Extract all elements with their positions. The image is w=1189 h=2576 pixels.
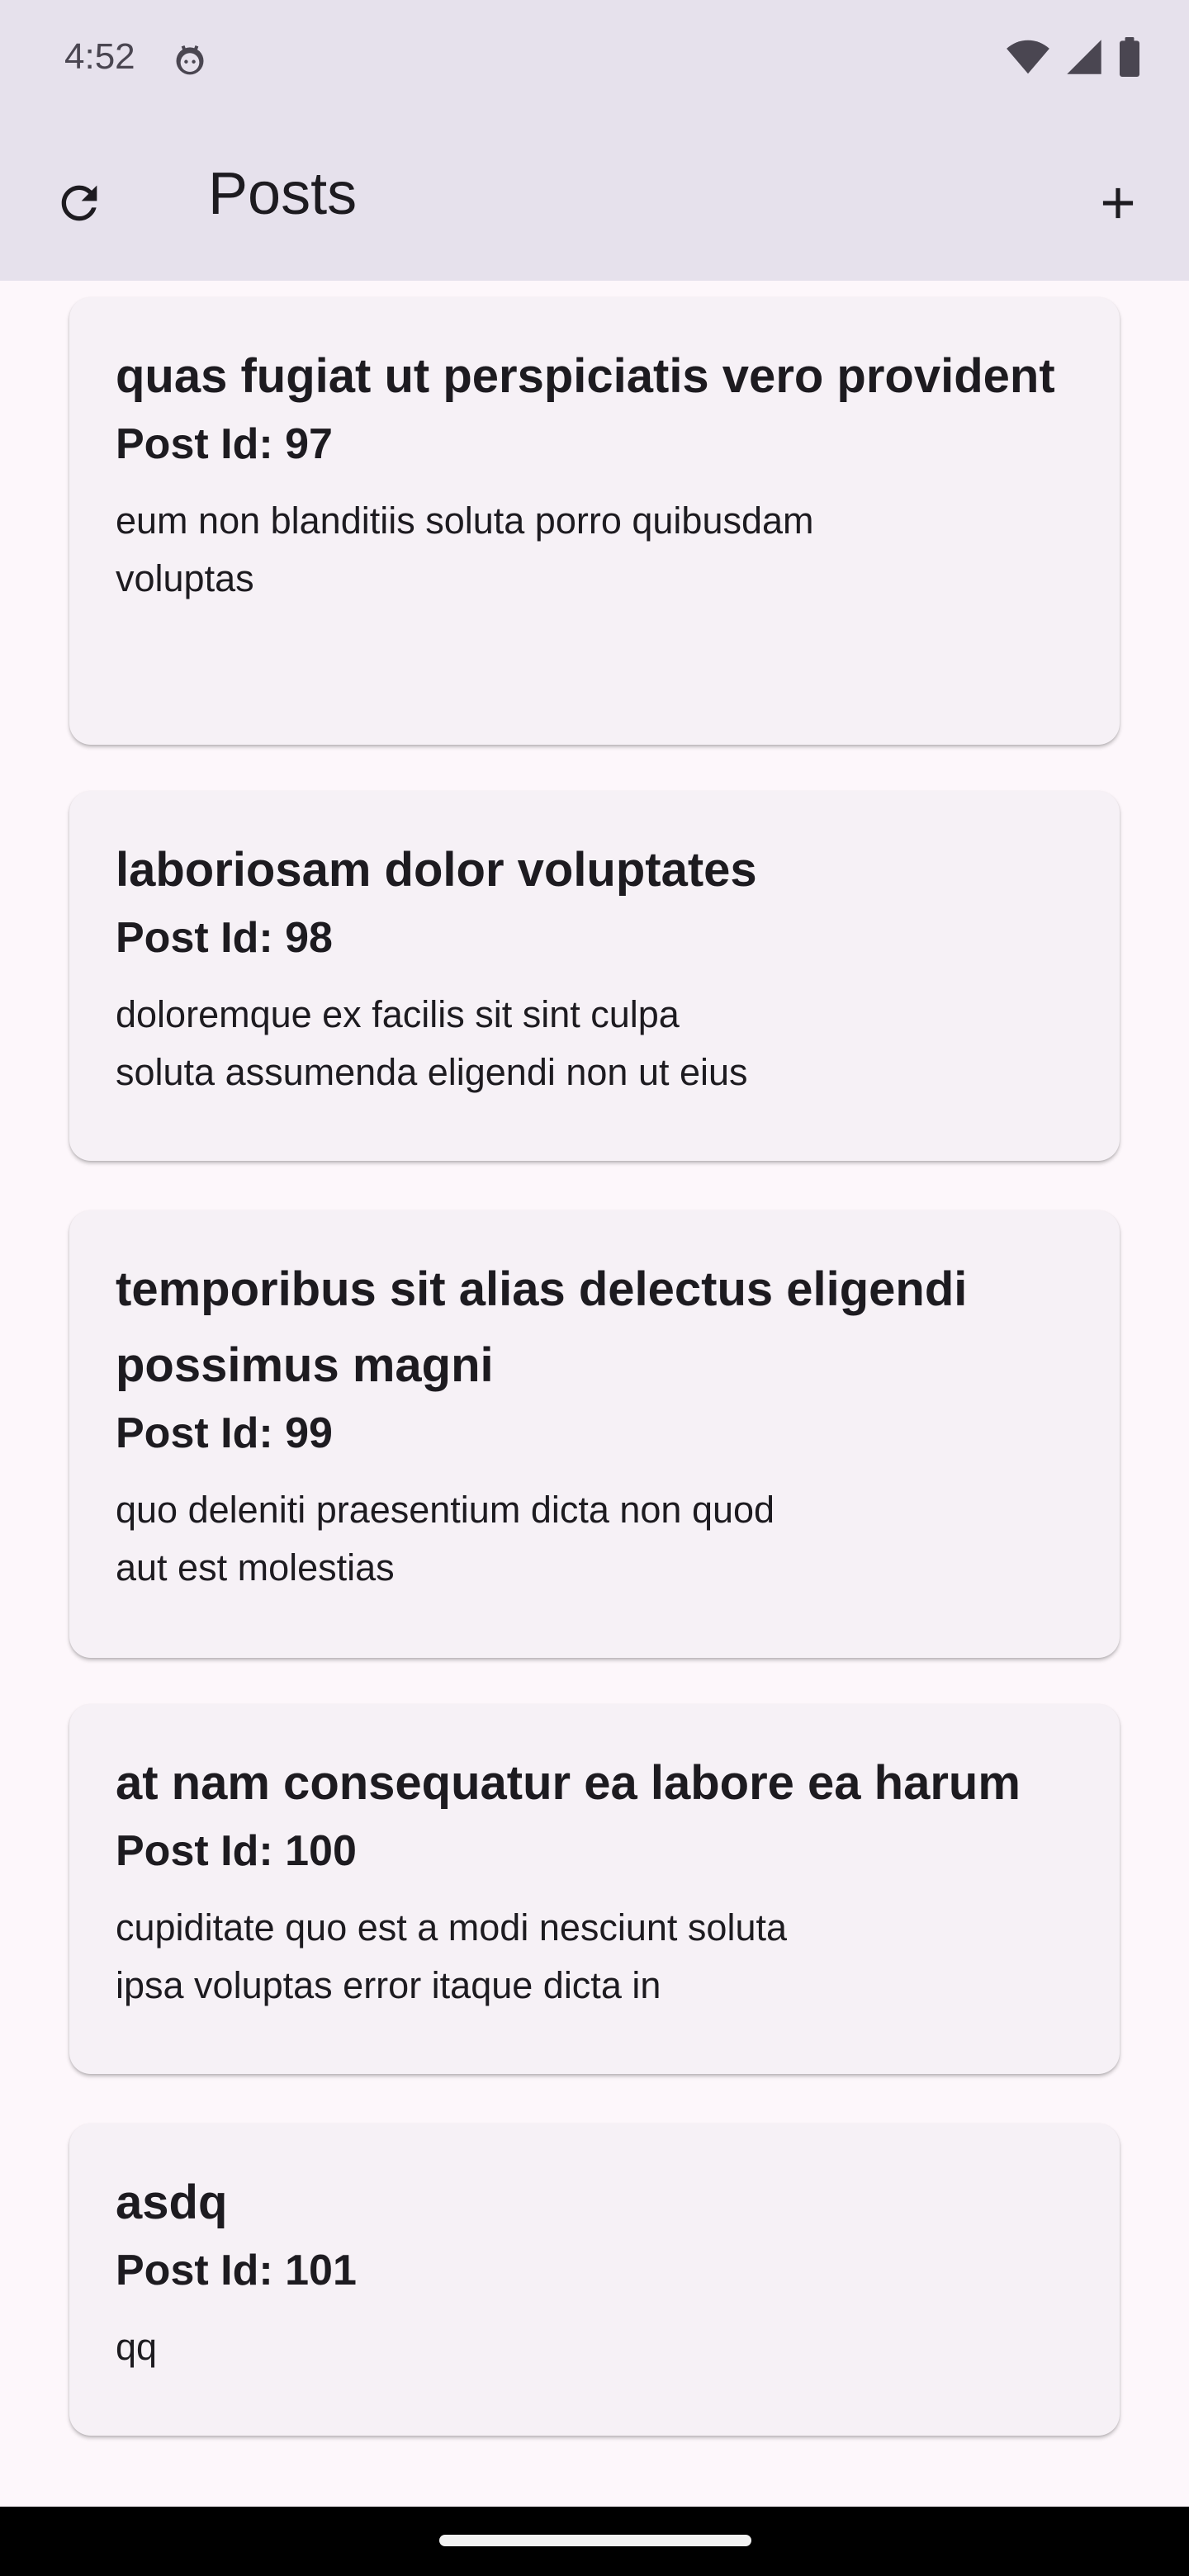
signal-icon	[1065, 38, 1103, 80]
post-card[interactable]: temporibus sit alias delectus eligendi p…	[69, 1210, 1120, 1658]
post-title: at nam consequatur ea labore ea harum	[116, 1756, 1021, 1810]
posts-list[interactable]: quas fugiat ut perspiciatis vero provide…	[0, 281, 1189, 2507]
home-gesture-handle[interactable]	[439, 2535, 751, 2546]
post-body: doloremque ex facilis sit sint culpa sol…	[116, 993, 748, 1093]
post-body: quo deleniti praesentium dicta non quod …	[116, 1489, 775, 1589]
post-card[interactable]: asdq Post Id: 101 qq	[69, 2124, 1120, 2436]
post-id: Post Id: 99	[116, 1409, 333, 1457]
post-id: Post Id: 100	[116, 1827, 357, 1875]
post-title: asdq	[116, 2176, 228, 2229]
add-icon	[1092, 178, 1144, 233]
system-nav-bar	[0, 2507, 1189, 2576]
add-post-button[interactable]	[1078, 165, 1158, 244]
status-time: 4:52	[64, 36, 135, 77]
post-card[interactable]: at nam consequatur ea labore ea harum Po…	[69, 1704, 1120, 2074]
post-card[interactable]: quas fugiat ut perspiciatis vero provide…	[69, 297, 1120, 745]
post-body: qq	[116, 2326, 158, 2368]
post-card[interactable]: laboriosam dolor voluptates Post Id: 98 …	[69, 791, 1120, 1161]
android-face-icon	[172, 41, 208, 78]
status-bar: 4:52	[0, 0, 1189, 122]
post-id: Post Id: 101	[116, 2247, 357, 2294]
post-title: laboriosam dolor voluptates	[116, 843, 757, 897]
post-title: temporibus sit alias delectus eligendi p…	[116, 1262, 968, 1392]
refresh-icon	[53, 177, 106, 234]
page-title: Posts	[208, 161, 358, 227]
app-bar: Posts	[0, 122, 1189, 281]
post-id: Post Id: 97	[116, 420, 333, 468]
refresh-button[interactable]	[40, 165, 119, 244]
post-body: cupiditate quo est a modi nesciunt solut…	[116, 1906, 788, 2006]
post-id: Post Id: 98	[116, 914, 333, 962]
battery-icon	[1118, 36, 1141, 81]
post-body: eum non blanditiis soluta porro quibusda…	[116, 500, 814, 599]
wifi-icon	[1006, 38, 1050, 80]
post-title: quas fugiat ut perspiciatis vero provide…	[116, 349, 1055, 403]
